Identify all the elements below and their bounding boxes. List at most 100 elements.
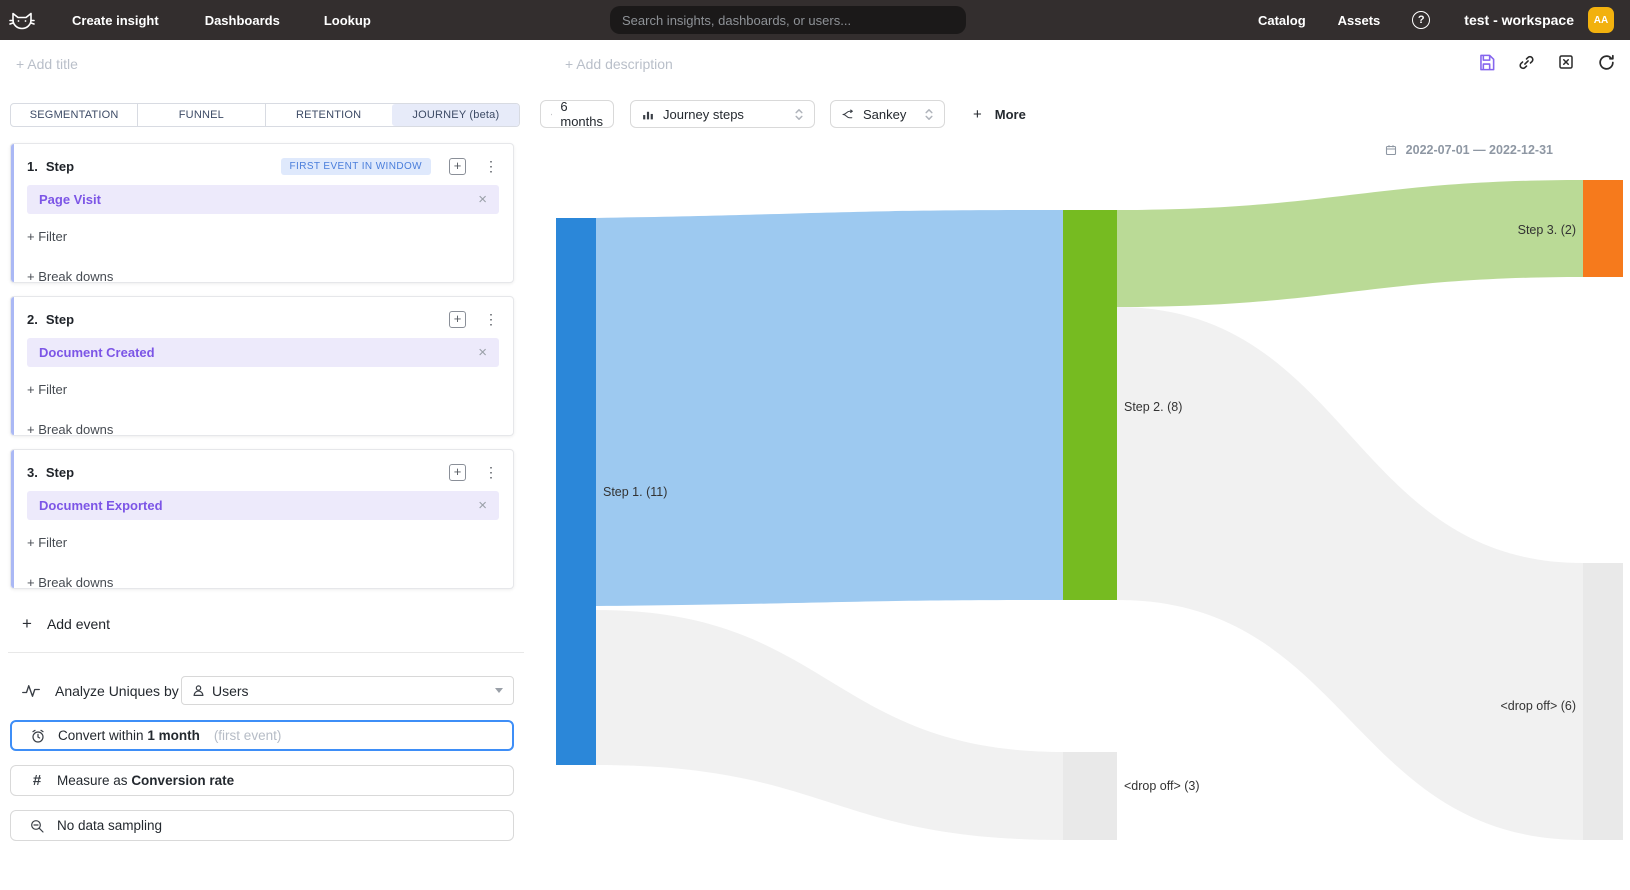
- measure-as-value: Conversion rate: [131, 773, 234, 788]
- event-pill[interactable]: Document Exported ×: [27, 491, 499, 520]
- date-period-button[interactable]: 6 months: [540, 100, 614, 128]
- sankey-node-step1[interactable]: [556, 218, 596, 765]
- flow-step1-to-step2[interactable]: [596, 210, 1063, 606]
- event-name[interactable]: Document Exported: [39, 498, 163, 513]
- panel-divider: [8, 652, 524, 653]
- insight-header-bar: + Add title + Add description: [0, 40, 1630, 86]
- metric-type-value: Journey steps: [663, 107, 744, 122]
- sankey-chart: Step 1. (11) Step 2. (8) Step 3. (2) <dr…: [530, 140, 1630, 885]
- user-icon: [192, 684, 205, 697]
- chevron-down-icon: [495, 688, 503, 693]
- updown-chevron-icon: [794, 107, 804, 122]
- add-description-field[interactable]: + Add description: [565, 56, 673, 72]
- plus-icon: +: [973, 106, 982, 123]
- sankey-node-step3[interactable]: [1583, 180, 1623, 277]
- add-event-to-step-button[interactable]: +: [449, 464, 466, 481]
- step-number: 2.: [27, 312, 38, 327]
- convert-within-label: Convert within: [58, 728, 144, 743]
- updown-chevron-icon: [924, 107, 934, 122]
- convert-within-value: 1 month: [147, 728, 200, 743]
- add-breakdowns-link[interactable]: + Break downs: [27, 422, 499, 437]
- tab-retention[interactable]: RETENTION: [265, 104, 392, 126]
- save-icon[interactable]: [1476, 52, 1496, 72]
- step-menu-icon[interactable]: ⋮: [483, 158, 499, 175]
- sankey-node-step2[interactable]: [1063, 210, 1117, 600]
- metric-type-select[interactable]: Journey steps: [630, 100, 815, 128]
- step-card-1: 1. Step FIRST EVENT IN WINDOW + ⋮ Page V…: [10, 143, 514, 283]
- hash-icon: #: [29, 772, 45, 789]
- add-event-to-step-button[interactable]: +: [449, 158, 466, 175]
- global-search-input[interactable]: [610, 6, 966, 34]
- navbar-right-group: Catalog Assets ? test - workspace AA: [1258, 0, 1614, 40]
- tab-segmentation[interactable]: SEGMENTATION: [11, 104, 137, 126]
- step-number: 1.: [27, 159, 38, 174]
- sankey-node-dropoff-3[interactable]: [1063, 752, 1117, 840]
- step-title: Step: [46, 312, 74, 327]
- remove-event-icon[interactable]: ×: [478, 191, 487, 208]
- flow-step2-to-step3[interactable]: [1117, 180, 1583, 307]
- insight-type-tabs: SEGMENTATION FUNNEL RETENTION JOURNEY (b…: [10, 103, 520, 127]
- nav-lookup[interactable]: Lookup: [324, 13, 371, 28]
- data-sampling-value: No data sampling: [57, 818, 162, 833]
- event-pill[interactable]: Document Created ×: [27, 338, 499, 367]
- plus-icon: +: [22, 614, 32, 634]
- add-filter-link[interactable]: + Filter: [27, 382, 499, 397]
- event-name[interactable]: Document Created: [39, 345, 155, 360]
- sankey-label-step3: Step 3. (2): [1518, 223, 1576, 237]
- tab-journey[interactable]: JOURNEY (beta): [392, 104, 519, 126]
- tab-funnel[interactable]: FUNNEL: [137, 104, 264, 126]
- sankey-node-dropoff-6[interactable]: [1583, 563, 1623, 840]
- stopwatch-icon: [30, 728, 46, 744]
- workspace-name[interactable]: test - workspace: [1464, 12, 1574, 28]
- step-menu-icon[interactable]: ⋮: [483, 464, 499, 481]
- add-breakdowns-link[interactable]: + Break downs: [27, 575, 499, 590]
- chart-type-select[interactable]: Sankey: [830, 100, 945, 128]
- clear-insight-icon[interactable]: [1556, 52, 1576, 72]
- nav-create-insight[interactable]: Create insight: [72, 13, 159, 28]
- step-title: Step: [46, 159, 74, 174]
- remove-event-icon[interactable]: ×: [478, 497, 487, 514]
- analyze-row: Analyze Uniques by Users: [22, 676, 514, 705]
- event-pill[interactable]: Page Visit ×: [27, 185, 499, 214]
- nav-assets[interactable]: Assets: [1338, 13, 1381, 28]
- flow-step1-to-dropoff[interactable]: [596, 610, 1063, 840]
- nav-dashboards[interactable]: Dashboards: [205, 13, 280, 28]
- help-icon[interactable]: ?: [1412, 11, 1430, 29]
- step-menu-icon[interactable]: ⋮: [483, 311, 499, 328]
- step-card-3: 3. Step + ⋮ Document Exported × + Filter…: [10, 449, 514, 589]
- sankey-flow-icon: [841, 108, 855, 121]
- convert-within-setting[interactable]: Convert within 1 month (first event): [10, 720, 514, 751]
- first-event-badge: FIRST EVENT IN WINDOW: [281, 158, 431, 175]
- sankey-label-step1: Step 1. (11): [603, 485, 667, 499]
- add-title-field[interactable]: + Add title: [16, 56, 78, 72]
- date-period-value: 6 months: [560, 99, 603, 129]
- measure-as-setting[interactable]: # Measure as Conversion rate: [10, 765, 514, 796]
- top-navbar: Create insight Dashboards Lookup Catalog…: [0, 0, 1630, 40]
- step-card-2: 2. Step + ⋮ Document Created × + Filter …: [10, 296, 514, 436]
- add-event-button[interactable]: + Add event: [22, 614, 110, 634]
- refresh-icon[interactable]: [1596, 52, 1616, 72]
- sankey-label-dropoff-3: <drop off> (3): [1124, 779, 1200, 793]
- flow-step2-to-dropoff[interactable]: [1117, 307, 1583, 840]
- convert-within-hint: (first event): [214, 728, 282, 743]
- analyze-by-value: Users: [212, 683, 249, 699]
- add-event-to-step-button[interactable]: +: [449, 311, 466, 328]
- user-avatar[interactable]: AA: [1588, 7, 1614, 33]
- sankey-label-step2: Step 2. (8): [1124, 400, 1182, 414]
- add-breakdowns-link[interactable]: + Break downs: [27, 269, 499, 284]
- step-title: Step: [46, 465, 74, 480]
- app-logo-cat-icon[interactable]: [8, 6, 36, 34]
- add-filter-link[interactable]: + Filter: [27, 535, 499, 550]
- nav-catalog[interactable]: Catalog: [1258, 13, 1306, 28]
- analyze-by-dropdown[interactable]: Users: [181, 676, 514, 705]
- data-sampling-setting[interactable]: No data sampling: [10, 810, 514, 841]
- add-filter-link[interactable]: + Filter: [27, 229, 499, 244]
- more-label: More: [995, 107, 1026, 122]
- chart-type-value: Sankey: [863, 107, 906, 122]
- share-link-icon[interactable]: [1516, 52, 1536, 72]
- event-name[interactable]: Page Visit: [39, 192, 101, 207]
- more-options-button[interactable]: + More: [973, 100, 1026, 128]
- step-number: 3.: [27, 465, 38, 480]
- zoom-out-icon: [29, 818, 45, 834]
- remove-event-icon[interactable]: ×: [478, 344, 487, 361]
